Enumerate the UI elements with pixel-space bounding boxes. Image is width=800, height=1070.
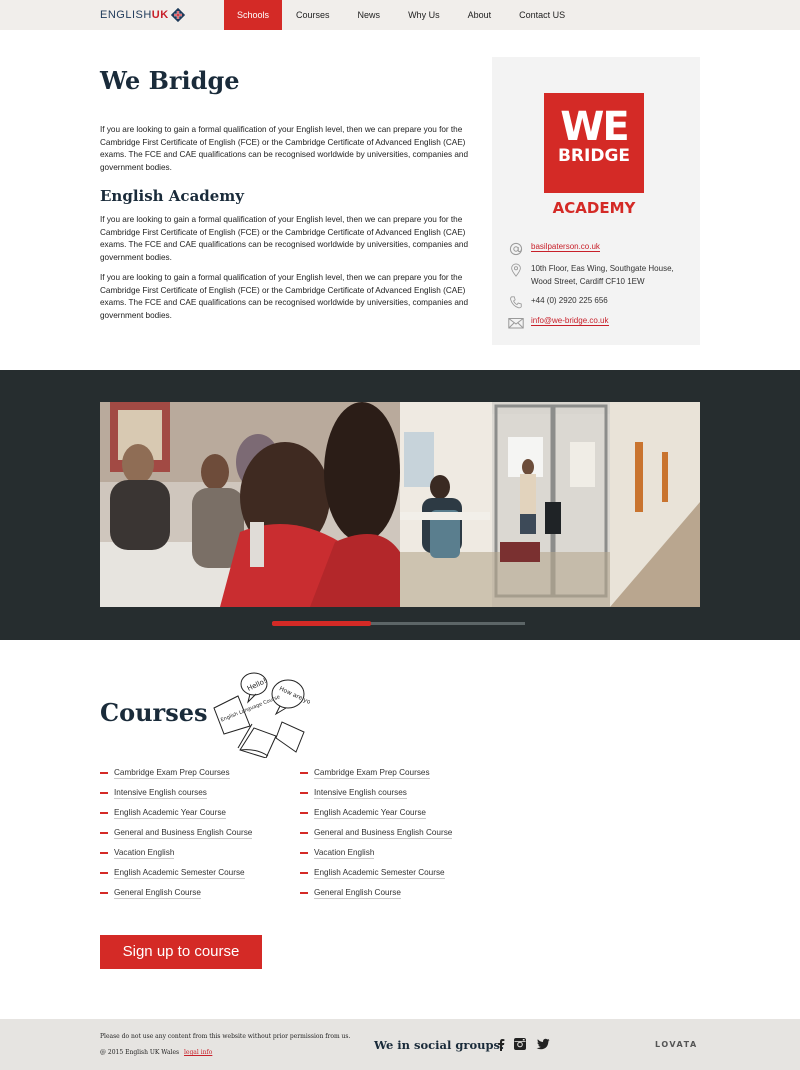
gallery-progress-fill[interactable] <box>272 621 371 626</box>
list-item: Vacation English <box>100 843 300 863</box>
doodle-course-label: English Language Course <box>220 694 281 723</box>
course-link[interactable]: English Academic Semester Course <box>114 868 245 879</box>
list-item: General English Course <box>300 883 500 903</box>
legal-info-link[interactable]: legal info <box>184 1049 212 1056</box>
dash-bullet <box>100 892 108 894</box>
top-navigation-bar: ENGLISHUK Schools Courses News Why Us Ab… <box>0 0 800 30</box>
english-uk-logo[interactable]: ENGLISHUK <box>100 8 185 22</box>
course-list-left: Cambridge Exam Prep Courses Intensive En… <box>100 763 300 903</box>
nav-contact-us[interactable]: Contact US <box>505 0 579 30</box>
we-bridge-logo: WE BRIDGE <box>544 93 644 193</box>
academy-logo-text: ACADEMY <box>552 199 636 217</box>
course-link[interactable]: English Academic Semester Course <box>314 868 445 879</box>
nav-courses[interactable]: Courses <box>282 0 344 30</box>
course-link[interactable]: Cambridge Exam Prep Courses <box>314 768 430 779</box>
main-nav: Schools Courses News Why Us About Contac… <box>224 0 579 30</box>
contact-email: info@we-bridge.co.uk <box>508 316 609 330</box>
dash-bullet <box>300 792 308 794</box>
contact-phone: +44 (0) 2920 225 656 <box>508 295 608 309</box>
dash-bullet <box>300 772 308 774</box>
list-item: Cambridge Exam Prep Courses <box>100 763 300 783</box>
courses-title: Courses <box>100 698 208 727</box>
dash-bullet <box>100 872 108 874</box>
course-link[interactable]: General and Business English Course <box>114 828 253 839</box>
doodle-how-are-you-label: How are you? <box>278 685 310 709</box>
nav-schools[interactable]: Schools <box>224 0 283 30</box>
dash-bullet <box>100 792 108 794</box>
course-link[interactable]: Vacation English <box>114 848 175 859</box>
course-link[interactable]: Vacation English <box>314 848 375 859</box>
dash-bullet <box>300 872 308 874</box>
footer: Please do not use any content from this … <box>0 1019 800 1070</box>
students-photo-image <box>100 402 400 607</box>
list-item: Cambridge Exam Prep Courses <box>300 763 500 783</box>
at-sign-icon <box>509 242 523 256</box>
twitter-icon[interactable] <box>536 1037 550 1051</box>
list-item: English Academic Year Course <box>100 803 300 823</box>
contact-address: 10th Floor, Eas Wing, Southgate House, W… <box>508 263 674 288</box>
phone-number: +44 (0) 2920 225 656 <box>531 296 608 305</box>
nav-why-us[interactable]: Why Us <box>394 0 454 30</box>
instagram-icon[interactable] <box>513 1037 527 1051</box>
academy-paragraph-1: If you are looking to gain a formal qual… <box>100 215 469 262</box>
intro-paragraph: If you are looking to gain a formal qual… <box>100 125 469 172</box>
course-link[interactable]: General English Course <box>114 888 201 899</box>
nav-about[interactable]: About <box>454 0 506 30</box>
gallery-photo-classroom[interactable] <box>400 402 700 607</box>
dash-bullet <box>100 772 108 774</box>
list-item: Intensive English courses <box>100 783 300 803</box>
list-item: General and Business English Course <box>300 823 500 843</box>
contact-website: basilpaterson.co.uk <box>508 242 600 256</box>
dash-bullet <box>300 812 308 814</box>
address-line-1: 10th Floor, Eas Wing, Southgate House, <box>531 264 674 273</box>
website-link[interactable]: basilpaterson.co.uk <box>531 242 600 252</box>
map-pin-icon <box>511 263 521 277</box>
dash-bullet <box>300 832 308 834</box>
address-line-2: Wood Street, Cardiff CF10 1EW <box>531 276 645 286</box>
course-link[interactable]: English Academic Year Course <box>114 808 226 819</box>
speech-bubbles-book-doodle: Hello! How are you? English Language Cou… <box>213 672 310 758</box>
social-groups-label: We in social groups: <box>374 1038 505 1052</box>
logo-text: ENGLISHUK <box>100 9 169 21</box>
list-item: English Academic Semester Course <box>300 863 500 883</box>
list-item: General English Course <box>100 883 300 903</box>
nav-news[interactable]: News <box>344 0 395 30</box>
facebook-icon[interactable] <box>494 1037 508 1051</box>
course-link[interactable]: General English Course <box>314 888 401 899</box>
course-link[interactable]: Intensive English courses <box>114 788 207 799</box>
dash-bullet <box>100 812 108 814</box>
school-info-card: WE BRIDGE ACADEMY basilpaterson.co.uk 10… <box>492 57 700 345</box>
list-item: English Academic Year Course <box>300 803 500 823</box>
list-item: English Academic Semester Course <box>100 863 300 883</box>
gallery-photo-students[interactable] <box>100 402 400 607</box>
phone-icon <box>510 296 522 309</box>
dash-bullet <box>100 832 108 834</box>
section-subtitle: English Academy <box>100 187 244 205</box>
list-item: General and Business English Course <box>100 823 300 843</box>
dash-bullet <box>100 852 108 854</box>
classroom-photo-image <box>400 402 700 607</box>
course-link[interactable]: General and Business English Course <box>314 828 453 839</box>
course-link[interactable]: Intensive English courses <box>314 788 407 799</box>
copyright-text: @ 2015 English UK Wales <box>100 1049 180 1056</box>
email-link[interactable]: info@we-bridge.co.uk <box>531 316 609 326</box>
academy-paragraph-2: If you are looking to gain a formal qual… <box>100 273 469 320</box>
envelope-icon <box>508 318 524 329</box>
page-title: We Bridge <box>100 66 240 95</box>
copyright-notice: Please do not use any content from this … <box>100 1033 351 1040</box>
course-link[interactable]: English Academic Year Course <box>314 808 426 819</box>
course-list-right: Cambridge Exam Prep Courses Intensive En… <box>300 763 500 903</box>
sign-up-button[interactable]: Sign up to course <box>100 935 262 969</box>
list-item: Intensive English courses <box>300 783 500 803</box>
photo-gallery <box>0 370 800 640</box>
list-item: Vacation English <box>300 843 500 863</box>
union-flag-icon <box>170 8 185 22</box>
lovata-brand[interactable]: LOVATA <box>655 1040 698 1049</box>
course-link[interactable]: Cambridge Exam Prep Courses <box>114 768 230 779</box>
dash-bullet <box>300 852 308 854</box>
dash-bullet <box>300 892 308 894</box>
